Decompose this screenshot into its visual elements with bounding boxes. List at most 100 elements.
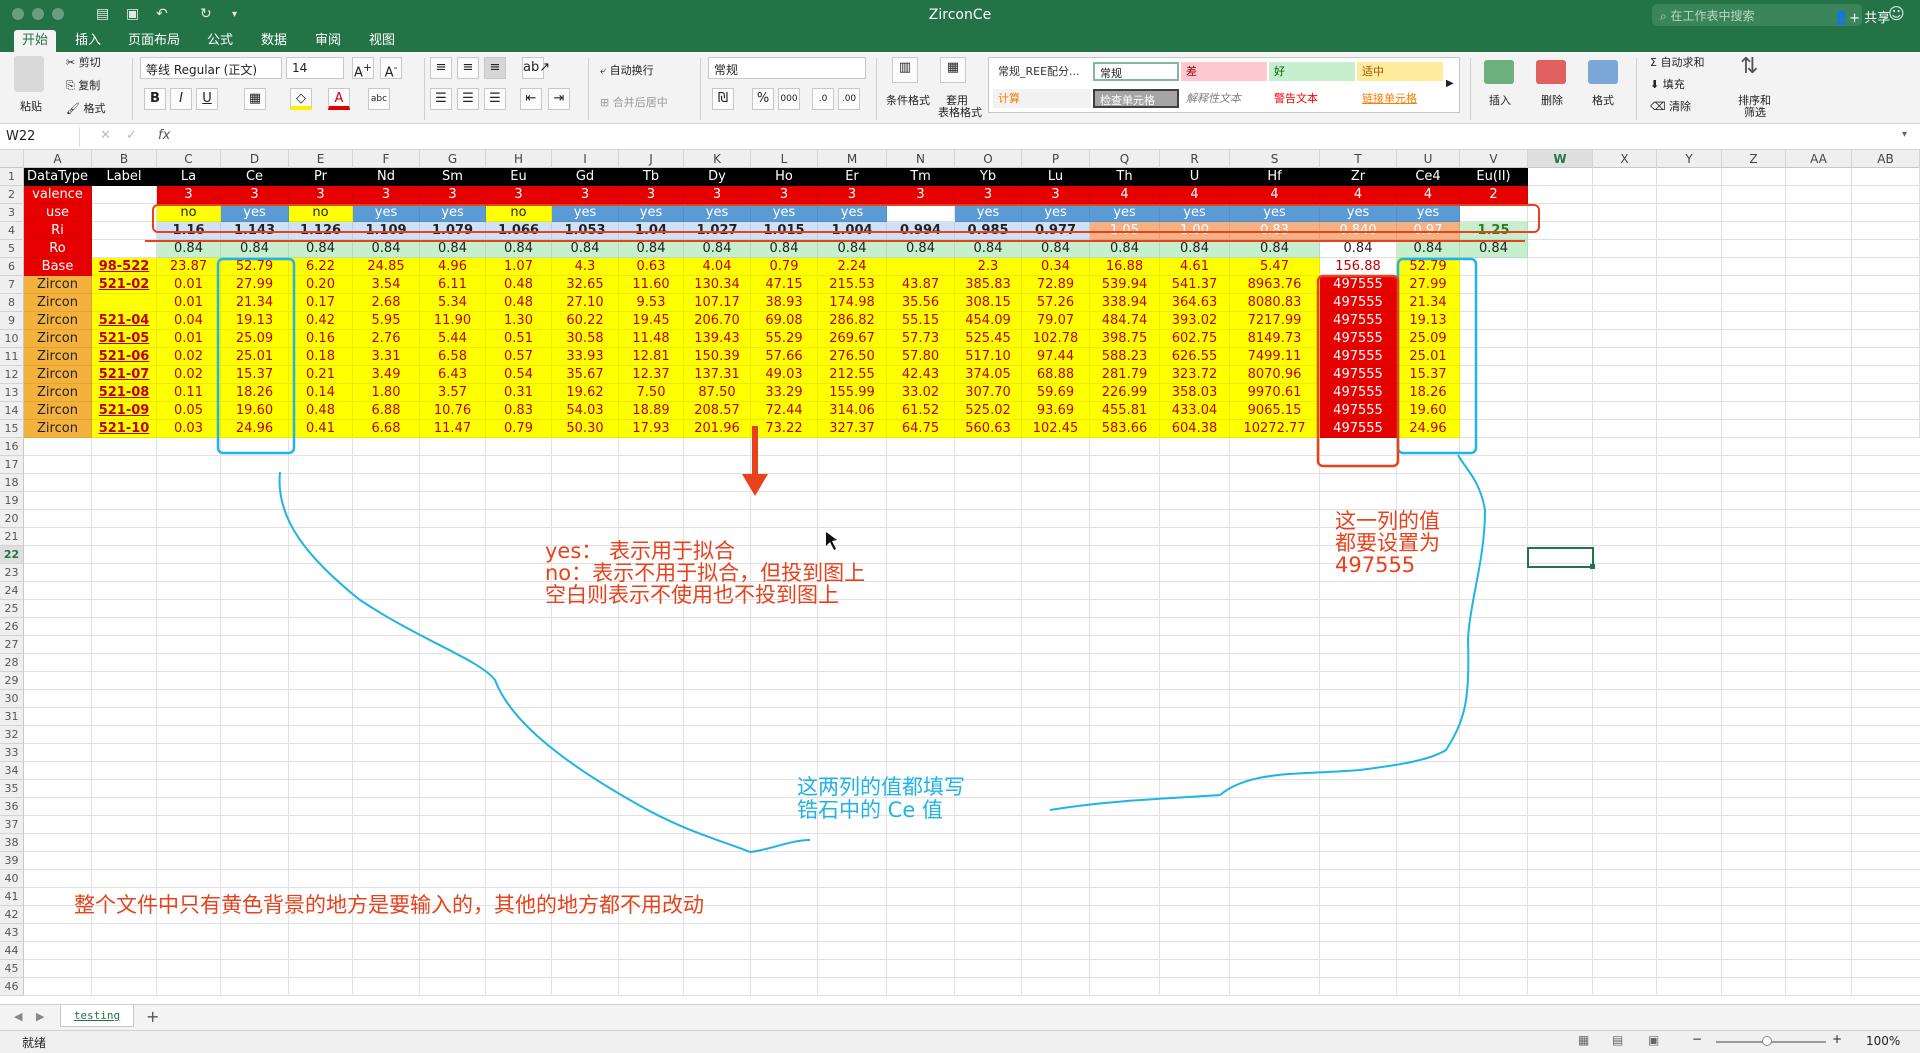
cell-r10[interactable]: 602.75 xyxy=(1160,330,1230,348)
empty-cell[interactable] xyxy=(1786,348,1852,366)
cell-o4[interactable]: 0.985 xyxy=(955,222,1022,240)
cell-k2[interactable]: 3 xyxy=(684,186,751,204)
enter-icon[interactable]: ✓ xyxy=(126,128,137,143)
cell-p4[interactable]: 0.977 xyxy=(1022,222,1090,240)
italic-button[interactable]: I xyxy=(170,88,192,110)
styles-more-icon[interactable]: ▶ xyxy=(1446,78,1454,89)
cell-f6[interactable]: 24.85 xyxy=(353,258,420,276)
cell-j5[interactable]: 0.84 xyxy=(619,240,684,258)
cell-r12[interactable]: 323.72 xyxy=(1160,366,1230,384)
decrease-decimal-icon[interactable]: .00 xyxy=(838,88,860,110)
empty-cell[interactable] xyxy=(1722,222,1786,240)
empty-cell[interactable] xyxy=(1657,312,1722,330)
column-header[interactable]: W xyxy=(1528,150,1593,168)
cell-c11[interactable]: 0.02 xyxy=(157,348,221,366)
cell-i1[interactable]: Gd xyxy=(552,168,619,186)
empty-cell[interactable] xyxy=(1593,366,1657,384)
autosum-button[interactable]: Σ 自动求和 xyxy=(1650,54,1704,70)
cell-p15[interactable]: 102.45 xyxy=(1022,420,1090,438)
cell-i10[interactable]: 30.58 xyxy=(552,330,619,348)
row-header[interactable]: 3 xyxy=(0,204,24,222)
column-header[interactable]: R xyxy=(1160,150,1230,168)
cell-h11[interactable]: 0.57 xyxy=(486,348,552,366)
borders-icon[interactable]: ▦ xyxy=(244,88,266,110)
row-header[interactable]: 5 xyxy=(0,240,24,258)
tab-review[interactable]: 审阅 xyxy=(308,30,348,52)
cell-b1[interactable]: Label xyxy=(92,168,157,186)
cell-d5[interactable]: 0.84 xyxy=(221,240,289,258)
empty-cell[interactable] xyxy=(1722,204,1786,222)
cell-f3[interactable]: yes xyxy=(353,204,420,222)
cell-s8[interactable]: 8080.83 xyxy=(1230,294,1320,312)
cell-k9[interactable]: 206.70 xyxy=(684,312,751,330)
row-header[interactable]: 43 xyxy=(0,924,24,942)
empty-cell[interactable] xyxy=(1786,222,1852,240)
cell-h10[interactable]: 0.51 xyxy=(486,330,552,348)
empty-cell[interactable] xyxy=(1593,222,1657,240)
cell-s14[interactable]: 9065.15 xyxy=(1230,402,1320,420)
formula-input[interactable] xyxy=(186,127,1886,147)
zoom-slider-handle[interactable] xyxy=(1762,1036,1772,1046)
cell-d15[interactable]: 24.96 xyxy=(221,420,289,438)
cell-s2[interactable]: 4 xyxy=(1230,186,1320,204)
cell-m14[interactable]: 314.06 xyxy=(818,402,887,420)
cell-t14[interactable]: 497555 xyxy=(1320,402,1397,420)
cell-p14[interactable]: 93.69 xyxy=(1022,402,1090,420)
cell-style-option[interactable]: 检查单元格 xyxy=(1093,89,1179,108)
cell-k8[interactable]: 107.17 xyxy=(684,294,751,312)
empty-cell[interactable] xyxy=(1852,330,1920,348)
empty-cell[interactable] xyxy=(1528,294,1593,312)
column-header[interactable]: F xyxy=(353,150,420,168)
delete-cells-button[interactable]: 删除 xyxy=(1541,92,1563,108)
cell-u13[interactable]: 18.26 xyxy=(1397,384,1460,402)
empty-cell[interactable] xyxy=(1657,348,1722,366)
cell-g1[interactable]: Sm xyxy=(420,168,486,186)
cell-m3[interactable]: yes xyxy=(818,204,887,222)
empty-cell[interactable] xyxy=(1593,348,1657,366)
cell-q9[interactable]: 484.74 xyxy=(1090,312,1160,330)
row-header[interactable]: 30 xyxy=(0,690,24,708)
row-header[interactable]: 7 xyxy=(0,276,24,294)
cell-o5[interactable]: 0.84 xyxy=(955,240,1022,258)
column-header[interactable]: D xyxy=(221,150,289,168)
font-size-select[interactable]: 14 xyxy=(286,57,344,79)
cell-k5[interactable]: 0.84 xyxy=(684,240,751,258)
cell-i2[interactable]: 3 xyxy=(552,186,619,204)
empty-cell[interactable] xyxy=(1852,420,1920,438)
insert-cells-icon[interactable] xyxy=(1484,60,1514,84)
cell-c5[interactable]: 0.84 xyxy=(157,240,221,258)
cell-f11[interactable]: 3.31 xyxy=(353,348,420,366)
cell-t7[interactable]: 497555 xyxy=(1320,276,1397,294)
empty-cell[interactable] xyxy=(1657,186,1722,204)
cell-l3[interactable]: yes xyxy=(751,204,818,222)
cell-i15[interactable]: 50.30 xyxy=(552,420,619,438)
cell-o7[interactable]: 385.83 xyxy=(955,276,1022,294)
paste-button[interactable]: 粘贴 xyxy=(20,98,42,114)
cell-t11[interactable]: 497555 xyxy=(1320,348,1397,366)
column-header[interactable]: AA xyxy=(1786,150,1852,168)
cell-l12[interactable]: 49.03 xyxy=(751,366,818,384)
cell-u2[interactable]: 4 xyxy=(1397,186,1460,204)
cell-r15[interactable]: 604.38 xyxy=(1160,420,1230,438)
empty-cell[interactable] xyxy=(1593,240,1657,258)
column-header[interactable]: T xyxy=(1320,150,1397,168)
cell-t3[interactable]: yes xyxy=(1320,204,1397,222)
align-right-icon[interactable]: ☰ xyxy=(484,88,506,110)
wrap-text-button[interactable]: ⤶ 自动换行 xyxy=(600,62,654,78)
column-header[interactable]: V xyxy=(1460,150,1528,168)
empty-cell[interactable] xyxy=(1722,384,1786,402)
cell-v4[interactable]: 1.25 xyxy=(1460,222,1528,240)
cell-l8[interactable]: 38.93 xyxy=(751,294,818,312)
cell-m8[interactable]: 174.98 xyxy=(818,294,887,312)
cell-a1[interactable]: DataType xyxy=(24,168,92,186)
row-header[interactable]: 28 xyxy=(0,654,24,672)
cell-c8[interactable]: 0.01 xyxy=(157,294,221,312)
cell-m12[interactable]: 212.55 xyxy=(818,366,887,384)
empty-cell[interactable] xyxy=(1786,258,1852,276)
phonetic-icon[interactable]: abc xyxy=(368,88,390,110)
row-header[interactable]: 44 xyxy=(0,942,24,960)
empty-cell[interactable] xyxy=(1852,276,1920,294)
cell-g9[interactable]: 11.90 xyxy=(420,312,486,330)
cell-k1[interactable]: Dy xyxy=(684,168,751,186)
cell-p11[interactable]: 97.44 xyxy=(1022,348,1090,366)
